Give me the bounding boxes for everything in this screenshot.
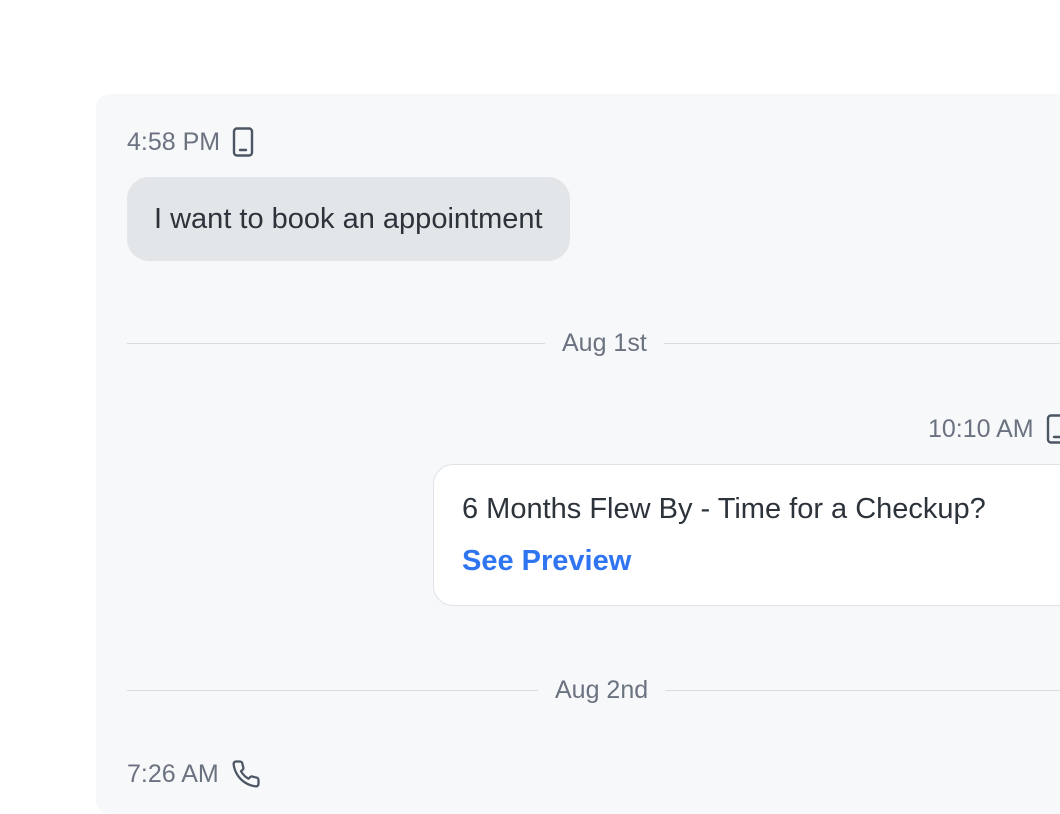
date-separator-label: Aug 1st xyxy=(562,328,647,357)
message-time: 7:26 AM xyxy=(127,759,219,788)
message-text: I want to book an appointment xyxy=(154,202,543,235)
campaign-title: 6 Months Flew By - Time for a Checkup? xyxy=(462,493,986,525)
mobile-phone-icon xyxy=(1046,414,1060,444)
separator-line xyxy=(665,689,1060,691)
date-separator-label: Aug 2nd xyxy=(555,675,649,704)
separator-line xyxy=(663,342,1060,344)
see-preview-link[interactable]: See Preview xyxy=(462,545,631,578)
date-separator: Aug 2nd xyxy=(127,670,1060,710)
mobile-phone-icon xyxy=(232,127,254,157)
date-separator: Aug 1st xyxy=(127,323,1060,363)
message-meta: 10:10 AM xyxy=(928,414,1060,444)
separator-line xyxy=(127,689,538,691)
separator-line xyxy=(127,342,545,344)
message-meta: 7:26 AM xyxy=(127,759,261,789)
outgoing-message-card: 6 Months Flew By - Time for a Checkup? S… xyxy=(433,464,1060,606)
conversation-panel: 4:58 PM I want to book an appointment Au… xyxy=(96,94,1060,814)
message-meta: 4:58 PM xyxy=(127,127,254,157)
phone-call-icon xyxy=(231,759,261,789)
message-time: 10:10 AM xyxy=(928,414,1034,443)
incoming-message-bubble: I want to book an appointment xyxy=(127,177,570,261)
message-time: 4:58 PM xyxy=(127,127,221,156)
